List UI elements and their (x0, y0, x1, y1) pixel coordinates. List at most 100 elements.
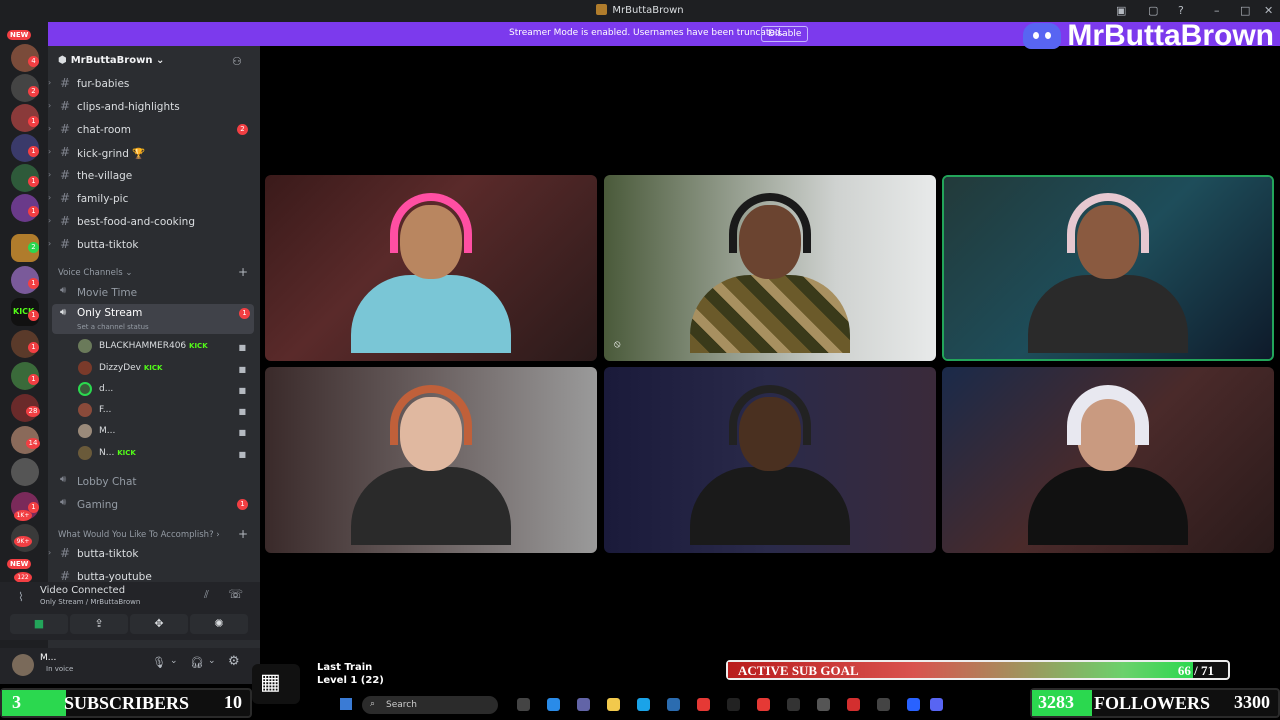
hash-icon: # (60, 546, 71, 560)
hash-icon: # (60, 122, 71, 136)
copilot-icon[interactable] (547, 698, 560, 711)
avatar (78, 403, 92, 417)
voice-channel-only-stream[interactable]: 🔊︎ Only Stream Set a channel status 1 (52, 304, 254, 334)
server-icon[interactable] (11, 458, 39, 486)
app-icon[interactable] (847, 698, 860, 711)
minimize-icon[interactable]: – (1214, 4, 1220, 17)
channel-fur-babies[interactable]: › # fur-babies (48, 74, 260, 94)
server-rail: NEW KICK NEW 4 2 1 1 1 1 2 1 1 1 1 28 14… (0, 22, 48, 662)
screen-icon[interactable]: ▢ (1148, 4, 1158, 17)
chevron-down-icon: ⌄ (155, 55, 165, 66)
kick-badge: KICK (117, 449, 136, 457)
camera-button[interactable]: ■ (10, 614, 68, 634)
voice-connection-panel: ⌇ Video Connected Only Stream / MrButtaB… (0, 582, 260, 640)
app-icon[interactable] (727, 698, 740, 711)
taskview-icon[interactable] (517, 698, 530, 711)
chevron-down-icon[interactable]: ⌄ (208, 656, 216, 666)
capcut-icon[interactable] (877, 698, 890, 711)
channel-butta-tiktok[interactable]: › # butta-tiktok (48, 235, 260, 255)
screen-share-button[interactable]: ⇪ (70, 614, 128, 634)
voice-location[interactable]: Only Stream / MrButtaBrown (40, 598, 140, 606)
app-icon[interactable] (907, 698, 920, 711)
avatar (78, 446, 92, 460)
channel-the-village[interactable]: › # the-village (48, 166, 260, 186)
voice-channel-movie-time[interactable]: 🔊︎ Movie Time (48, 283, 260, 303)
channel-clips-and-highlights[interactable]: › # clips-and-highlights (48, 97, 260, 117)
noise-suppression-icon[interactable]: ⫽ (204, 588, 209, 602)
avatar (78, 361, 92, 375)
app-logo-icon (596, 4, 608, 15)
hash-icon: # (60, 145, 71, 159)
video-tile[interactable] (942, 367, 1274, 553)
video-feed (265, 175, 597, 361)
speaker-icon: 🔊︎ (60, 474, 67, 485)
avatar[interactable] (12, 654, 34, 676)
chevron-right-icon: › (48, 78, 52, 87)
screen-share-icon: ⇪ (94, 617, 104, 630)
help-icon[interactable]: ? (1178, 4, 1184, 17)
tiktok-icon[interactable] (757, 698, 770, 711)
close-icon[interactable]: ✕ (1264, 4, 1273, 17)
channel-best-food-and-cooking[interactable]: › # best-food-and-cooking (48, 212, 260, 232)
hash-icon: # (60, 569, 71, 583)
chevron-right-icon: › (48, 101, 52, 110)
video-feed (265, 367, 597, 553)
video-tile[interactable] (604, 367, 936, 553)
camera-icon: ■ (238, 386, 246, 395)
store-icon[interactable] (667, 698, 680, 711)
channel-status-hint[interactable]: Set a channel status (77, 323, 149, 331)
guild-header[interactable]: ⬢ MrButtaBrown ⌄ (58, 55, 164, 66)
channel-butta-tiktok-2[interactable]: › # butta-tiktok (48, 544, 260, 564)
app-icon[interactable] (817, 698, 830, 711)
disconnect-icon[interactable]: ☏ (228, 587, 243, 601)
hash-icon: # (60, 76, 71, 90)
video-feed (604, 175, 936, 361)
avatar (78, 339, 92, 353)
voice-category[interactable]: Voice Channels ⌄ (58, 268, 132, 278)
mention-badge: 1K+ (14, 510, 32, 521)
video-tile[interactable] (265, 175, 597, 361)
soundboard-button[interactable]: ✺ (190, 614, 248, 634)
followers-goal: 3283 FOLLOWERS 3300 (1030, 688, 1280, 718)
invite-icon[interactable]: ⚇ (232, 55, 242, 68)
voice-channel-lobby-chat[interactable]: 🔊︎ Lobby Chat (48, 472, 260, 492)
start-icon[interactable] (340, 698, 352, 710)
app-icon[interactable] (787, 698, 800, 711)
channel-family-pic[interactable]: › # family-pic (48, 189, 260, 209)
inbox-icon[interactable]: ▣ (1116, 4, 1126, 17)
disable-button[interactable]: Disable (761, 26, 809, 42)
channel-chat-room[interactable]: › # chat-room 2 (48, 120, 260, 140)
taskbar-search[interactable]: ⌕ Search (362, 696, 498, 714)
kick-badge: KICK (189, 342, 208, 350)
headphones-icon[interactable]: 🎧︎ (190, 656, 204, 669)
microphone-icon[interactable]: 🎙︎ (152, 656, 166, 669)
discord-taskbar-icon[interactable] (930, 698, 943, 711)
hash-icon: # (60, 191, 71, 205)
add-channel-icon[interactable]: + (238, 527, 248, 541)
explorer-icon[interactable] (607, 698, 620, 711)
settings-gear-icon[interactable]: ⚙ (228, 654, 240, 669)
chevron-right-icon: › (48, 170, 52, 179)
activities-icon: ✥ (154, 617, 164, 630)
video-feed (604, 367, 936, 553)
activities-button[interactable]: ✥ (130, 614, 188, 634)
window-title: MrButtaBrown (0, 4, 1280, 16)
edge-icon[interactable] (637, 698, 650, 711)
voice-channel-gaming[interactable]: 🔊︎ Gaming 1 (48, 495, 260, 515)
chevron-right-icon: › (48, 124, 52, 133)
camera-icon: ■ (33, 617, 45, 630)
chevron-right-icon: › (48, 548, 52, 557)
add-channel-icon[interactable]: + (238, 265, 248, 279)
voice-status: Video Connected (40, 585, 126, 596)
user-name: M... (40, 653, 57, 663)
video-tile[interactable] (265, 367, 597, 553)
video-tile-speaking[interactable] (942, 175, 1274, 361)
video-tile[interactable]: ⦸ (604, 175, 936, 361)
soundboard-icon: ✺ (214, 617, 224, 630)
youtube-icon[interactable] (697, 698, 710, 711)
maximize-icon[interactable]: □ (1240, 4, 1250, 17)
category-accomplish[interactable]: What Would You Like To Accomplish? › (58, 530, 220, 540)
channel-kick-grind[interactable]: › # kick-grind 🏆 (48, 143, 260, 163)
chevron-down-icon[interactable]: ⌄ (170, 656, 178, 666)
teams-icon[interactable] (577, 698, 590, 711)
